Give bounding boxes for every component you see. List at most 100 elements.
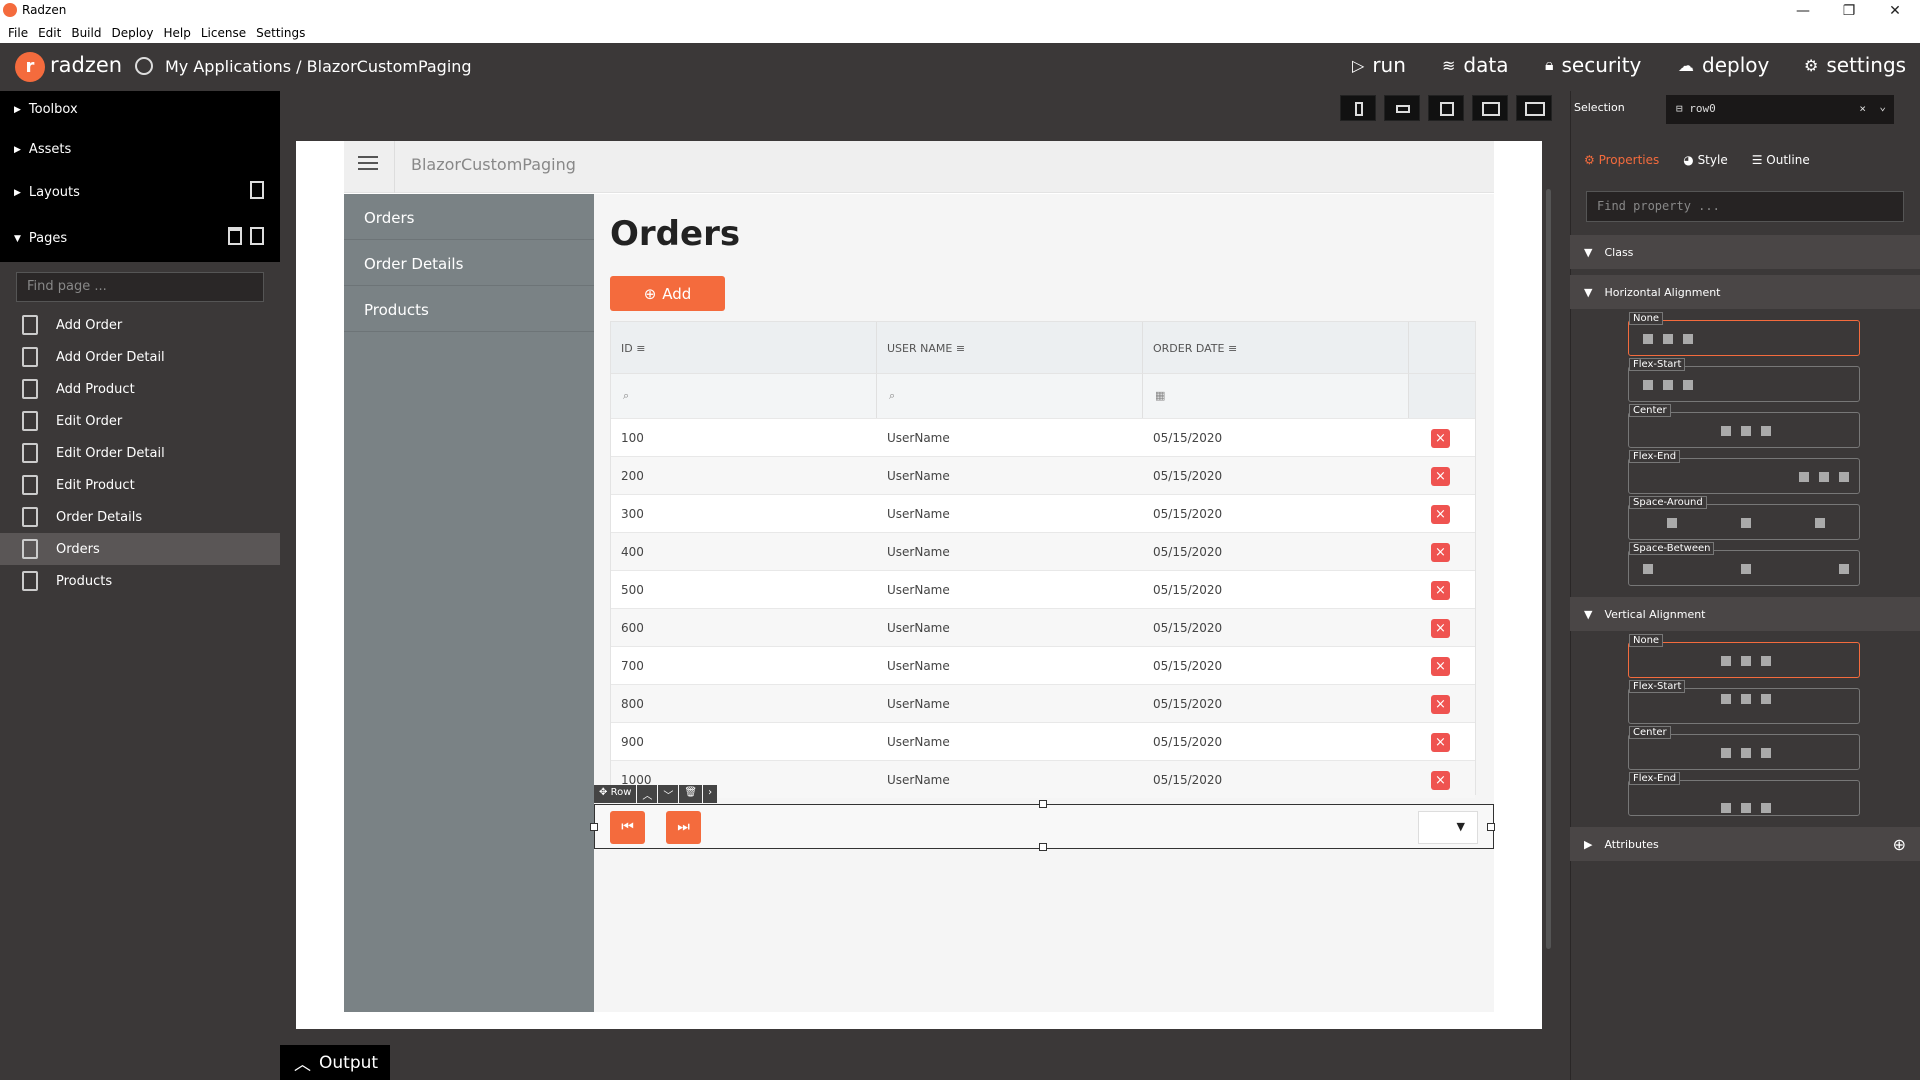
security-button[interactable]: 🔒︎ security <box>1545 53 1641 77</box>
v-align-flex-end[interactable]: Flex-End <box>1628 772 1860 816</box>
delete-button[interactable]: × <box>1431 619 1450 638</box>
v-align-flex-start[interactable]: Flex-Start <box>1628 680 1860 724</box>
filter-id[interactable]: ⌕ <box>611 373 877 418</box>
h-align-center[interactable]: Center <box>1628 404 1860 448</box>
h-align-space-between[interactable]: Space-Between <box>1628 542 1860 586</box>
selection-dropdown[interactable]: ⊟ row0 × ⌄ <box>1666 95 1894 124</box>
data-button[interactable]: ≋ data <box>1442 53 1508 77</box>
section-vertical-alignment[interactable]: ▼ Vertical Alignment <box>1570 597 1920 631</box>
menu-deploy[interactable]: Deploy <box>111 26 153 40</box>
settings-button[interactable]: ⚙ settings <box>1804 53 1906 77</box>
app-nav-orders[interactable]: Orders <box>344 194 594 240</box>
delete-button[interactable]: × <box>1431 581 1450 600</box>
app-nav-order-details[interactable]: Order Details <box>344 240 594 286</box>
tree-assets[interactable]: ▶ Assets <box>14 142 71 157</box>
add-button[interactable]: ⊕ Add <box>610 276 725 311</box>
hamburger-menu-icon[interactable] <box>358 156 378 170</box>
page-item-order-details[interactable]: Order Details <box>0 501 280 533</box>
new-layout-icon[interactable] <box>250 181 264 199</box>
tab-properties[interactable]: ⚙ Properties <box>1584 153 1659 167</box>
menu-file[interactable]: File <box>8 26 28 40</box>
delete-button[interactable]: × <box>1431 429 1450 448</box>
section-class[interactable]: ▼ Class <box>1570 235 1920 269</box>
resize-handle[interactable] <box>1487 823 1495 831</box>
table-row[interactable]: 400 UserName 05/15/2020 × <box>611 532 1475 570</box>
table-row[interactable]: 100 UserName 05/15/2020 × <box>611 418 1475 456</box>
delete-button[interactable]: × <box>1431 733 1450 752</box>
trash-icon[interactable]: 🗑︎ <box>679 785 703 803</box>
pager-row[interactable]: ⏮︎ ⏭︎ ▼ <box>590 800 1495 851</box>
resize-handle[interactable] <box>590 823 598 831</box>
filter-username[interactable]: ⌕ <box>877 373 1143 418</box>
breadcrumb[interactable]: My Applications / BlazorCustomPaging <box>165 57 472 76</box>
menu-help[interactable]: Help <box>164 26 191 40</box>
find-page-input[interactable]: Find page ... <box>16 272 264 302</box>
phone-portrait-button[interactable] <box>1340 95 1376 121</box>
delete-button[interactable]: × <box>1431 543 1450 562</box>
menu-license[interactable]: License <box>201 26 246 40</box>
page-item-add-product[interactable]: Add Product <box>0 373 280 405</box>
page-size-dropdown[interactable]: ▼ <box>1418 811 1478 844</box>
new-page-icon[interactable] <box>250 227 264 245</box>
table-row[interactable]: 900 UserName 05/15/2020 × <box>611 722 1475 760</box>
add-attribute-icon[interactable]: ⊕ <box>1893 835 1906 854</box>
tree-layouts[interactable]: ▶ Layouts <box>14 185 80 200</box>
find-property-input[interactable]: Find property ... <box>1586 191 1904 222</box>
last-page-button[interactable]: ⏭︎ <box>666 811 701 844</box>
page-item-edit-product[interactable]: Edit Product <box>0 469 280 501</box>
v-align-none[interactable]: None <box>1628 634 1860 678</box>
phone-landscape-button[interactable] <box>1384 95 1420 121</box>
chevron-up-icon[interactable]: ︿ <box>637 785 658 803</box>
canvas-scrollbar[interactable] <box>1546 189 1551 949</box>
page-item-add-order-detail[interactable]: Add Order Detail <box>0 341 280 373</box>
delete-button[interactable]: × <box>1431 657 1450 676</box>
page-item-edit-order-detail[interactable]: Edit Order Detail <box>0 437 280 469</box>
run-button[interactable]: ▷ run <box>1352 53 1406 77</box>
restore-icon[interactable]: ❐ <box>1826 0 1872 22</box>
first-page-button[interactable]: ⏮︎ <box>610 811 645 844</box>
output-panel-tab[interactable]: ︿ Output <box>280 1045 390 1080</box>
h-align-space-around[interactable]: Space-Around <box>1628 496 1860 540</box>
tablet-portrait-button[interactable] <box>1428 95 1464 121</box>
h-align-none[interactable]: None <box>1628 312 1860 356</box>
v-align-center[interactable]: Center <box>1628 726 1860 770</box>
h-align-flex-start[interactable]: Flex-Start <box>1628 358 1860 402</box>
row-drag-handle[interactable]: ✥ Row <box>594 785 637 803</box>
filter-order-date[interactable]: ▦ <box>1143 373 1409 418</box>
tab-style[interactable]: ◕ Style <box>1683 153 1727 167</box>
table-row[interactable]: 300 UserName 05/15/2020 × <box>611 494 1475 532</box>
table-row[interactable]: 200 UserName 05/15/2020 × <box>611 456 1475 494</box>
table-row[interactable]: 800 UserName 05/15/2020 × <box>611 684 1475 722</box>
table-row[interactable]: 1000 UserName 05/15/2020 × <box>611 760 1475 798</box>
page-item-products[interactable]: Products <box>0 565 280 597</box>
delete-button[interactable]: × <box>1431 695 1450 714</box>
tree-pages[interactable]: ▼ Pages <box>14 231 67 246</box>
chevron-down-icon[interactable]: ⌄ <box>1879 100 1886 113</box>
column-header-id[interactable]: ID ≡ <box>611 322 877 373</box>
close-icon[interactable]: ✕ <box>1872 0 1918 22</box>
deploy-button[interactable]: ☁ deploy <box>1678 53 1769 77</box>
clear-icon[interactable]: × <box>1859 102 1866 115</box>
delete-button[interactable]: × <box>1431 505 1450 524</box>
tree-toolbox[interactable]: ▶ Toolbox <box>14 102 78 117</box>
delete-button[interactable]: × <box>1431 771 1450 790</box>
menu-settings[interactable]: Settings <box>256 26 305 40</box>
tab-outline[interactable]: ☰ Outline <box>1752 153 1810 167</box>
table-row[interactable]: 700 UserName 05/15/2020 × <box>611 646 1475 684</box>
resize-handle[interactable] <box>1039 843 1047 851</box>
page-item-edit-order[interactable]: Edit Order <box>0 405 280 437</box>
chevron-right-icon[interactable]: › <box>703 785 718 803</box>
desktop-button[interactable] <box>1516 95 1552 121</box>
menu-edit[interactable]: Edit <box>38 26 61 40</box>
resize-handle[interactable] <box>1039 800 1047 808</box>
column-header-username[interactable]: USER NAME ≡ <box>877 322 1143 373</box>
h-align-flex-end[interactable]: Flex-End <box>1628 450 1860 494</box>
delete-button[interactable]: × <box>1431 467 1450 486</box>
app-nav-products[interactable]: Products <box>344 286 594 332</box>
sort-icon[interactable]: ≡ <box>956 342 965 355</box>
sort-icon[interactable]: ≡ <box>1228 342 1237 355</box>
column-header-order-date[interactable]: ORDER DATE ≡ <box>1143 322 1409 373</box>
table-row[interactable]: 500 UserName 05/15/2020 × <box>611 570 1475 608</box>
tablet-landscape-button[interactable] <box>1472 95 1508 121</box>
table-row[interactable]: 600 UserName 05/15/2020 × <box>611 608 1475 646</box>
